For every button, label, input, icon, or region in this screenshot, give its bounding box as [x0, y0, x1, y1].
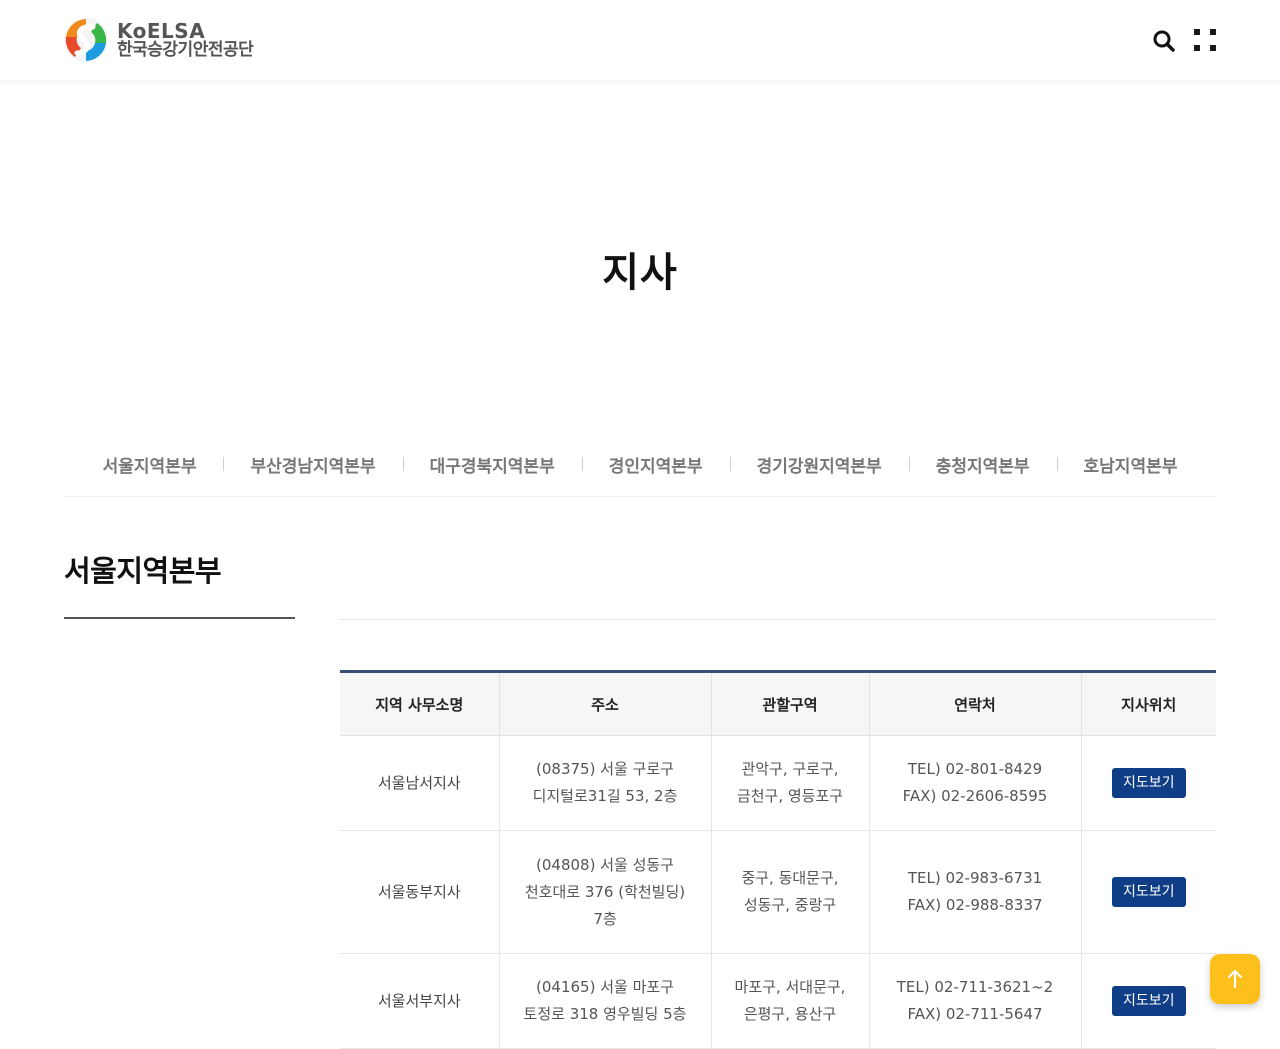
header-contact: 연락처: [868, 670, 1081, 736]
district-cell: 마포구, 서대문구, 은평구, 용산구: [710, 953, 869, 1049]
view-map-button[interactable]: 지도보기: [1111, 768, 1186, 798]
contact-cell: TEL) 02-801-8429 FAX) 02-2606-8595: [868, 735, 1081, 831]
office-name: 서울남서지사: [340, 735, 499, 831]
address-line: 천호대로 376 (학천빌딩): [524, 882, 686, 901]
district-line: 중구, 동대문구,: [741, 869, 839, 887]
tab-daegu-gyeongbuk[interactable]: 대구경북지역본부: [402, 440, 582, 482]
header-district: 관할구역: [710, 670, 869, 736]
address-line: 디지털로31길 53, 2층: [532, 787, 678, 805]
address-line: (08375) 서울 구로구: [536, 760, 674, 778]
fax-line: FAX) 02-2606-8595: [902, 787, 1048, 805]
header-office-name: 지역 사무소명: [340, 670, 499, 736]
koelsa-logo-icon: [64, 18, 108, 62]
district-line: 성동구, 중랑구: [743, 896, 837, 914]
location-cell: 지도보기: [1080, 830, 1216, 954]
address-line: 7층: [593, 909, 617, 928]
table-row: 서울남서지사 (08375) 서울 구로구 디지털로31길 53, 2층 관악구…: [340, 735, 1216, 831]
district-line: 관악구, 구로구,: [741, 760, 839, 778]
location-cell: 지도보기: [1080, 735, 1216, 831]
section-title: 서울지역본부: [64, 554, 222, 588]
site-logo[interactable]: KoELSA 한국승강기안전공단: [63, 16, 283, 64]
branch-table-wrapper: 지역 사무소명 주소 관할구역 연락처 지사위치 서울남서지사 (08375) …: [340, 670, 1216, 1049]
address-line: (04808) 서울 성동구: [536, 855, 674, 874]
menu-dot: [1194, 29, 1200, 35]
tel-line: TEL) 02-983-6731: [907, 869, 1043, 887]
tel-line: TEL) 02-711-3621~2: [896, 978, 1054, 996]
tab-busan-gyeongnam[interactable]: 부산경남지역본부: [223, 440, 402, 482]
page-title: 지사: [602, 250, 678, 296]
district-line: 마포구, 서대문구,: [734, 978, 846, 996]
district-line: 금천구, 영등포구: [736, 787, 844, 805]
logo-korean-text: 한국승강기안전공단: [117, 39, 254, 60]
view-map-button[interactable]: 지도보기: [1111, 877, 1186, 907]
tel-line: TEL) 02-801-8429: [907, 760, 1043, 778]
menu-dot: [1194, 45, 1200, 51]
district-cell: 중구, 동대문구, 성동구, 중랑구: [710, 830, 869, 954]
address-cell: (08375) 서울 구로구 디지털로31길 53, 2층: [498, 735, 711, 831]
arrow-up-icon: [1227, 969, 1243, 989]
search-icon: [1153, 30, 1175, 52]
header-address: 주소: [498, 670, 711, 736]
table-row: 서울동부지사 (04808) 서울 성동구 천호대로 376 (학천빌딩) 7층…: [340, 830, 1216, 954]
site-header: KoELSA 한국승강기안전공단: [0, 0, 1280, 80]
section-divider: [340, 619, 1216, 620]
tab-gyeonggi-gangwon[interactable]: 경기강원지역본부: [729, 440, 909, 482]
fax-line: FAX) 02-988-8337: [907, 896, 1043, 914]
section-title-underline: [64, 617, 295, 619]
address-line: (04165) 서울 마포구: [536, 978, 674, 996]
tab-gyeongin[interactable]: 경인지역본부: [581, 440, 730, 482]
region-tabs: 서울지역본부 부산경남지역본부 대구경북지역본부 경인지역본부 경기강원지역본부…: [64, 440, 1216, 497]
contact-cell: TEL) 02-711-3621~2 FAX) 02-711-5647: [868, 953, 1081, 1049]
office-name: 서울서부지사: [340, 953, 499, 1049]
header-location: 지사위치: [1080, 670, 1216, 736]
tab-chungcheong[interactable]: 충청지역본부: [908, 440, 1057, 482]
address-cell: (04808) 서울 성동구 천호대로 376 (학천빌딩) 7층: [498, 830, 711, 954]
district-cell: 관악구, 구로구, 금천구, 영등포구: [710, 735, 869, 831]
scroll-top-button[interactable]: [1210, 954, 1260, 1004]
logo-english-text: KoELSA: [117, 18, 206, 43]
table-header-row: 지역 사무소명 주소 관할구역 연락처 지사위치: [340, 670, 1216, 736]
location-cell: 지도보기: [1080, 953, 1216, 1049]
menu-dot: [1210, 29, 1216, 35]
table-row: 서울서부지사 (04165) 서울 마포구 토정로 318 영우빌딩 5층 마포…: [340, 953, 1216, 1049]
branch-table: 지역 사무소명 주소 관할구역 연락처 지사위치 서울남서지사 (08375) …: [340, 670, 1216, 1049]
grid-menu-icon[interactable]: [1194, 29, 1216, 51]
address-cell: (04165) 서울 마포구 토정로 318 영우빌딩 5층: [498, 953, 711, 1049]
search-button[interactable]: [1152, 29, 1176, 53]
contact-cell: TEL) 02-983-6731 FAX) 02-988-8337: [868, 830, 1081, 954]
view-map-button[interactable]: 지도보기: [1111, 986, 1186, 1016]
office-name: 서울동부지사: [340, 830, 499, 954]
menu-dot: [1210, 45, 1216, 51]
tab-seoul[interactable]: 서울지역본부: [76, 440, 224, 482]
tab-honam[interactable]: 호남지역본부: [1056, 440, 1205, 482]
